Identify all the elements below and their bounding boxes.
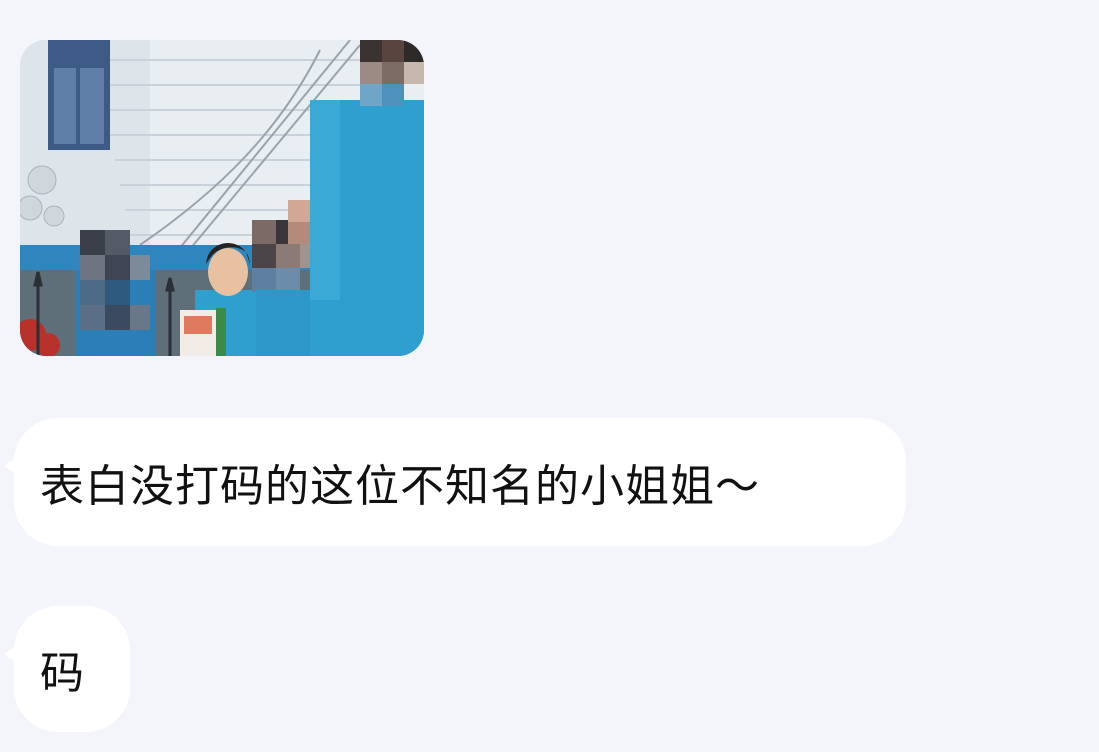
bubble-tail <box>4 644 18 664</box>
message-text: 码 <box>40 648 85 699</box>
chat-message-list: 表白没打码的这位不知名的小姐姐～ 码 <box>0 0 1099 752</box>
text-message-bubble[interactable]: 码 <box>4 606 130 732</box>
image-message[interactable] <box>20 40 424 356</box>
photo-thumbnail <box>20 40 424 356</box>
text-message-bubble[interactable]: 表白没打码的这位不知名的小姐姐～ <box>4 418 906 546</box>
message-text: 表白没打码的这位不知名的小姐姐～ <box>40 461 760 512</box>
bubble-tail <box>4 456 18 476</box>
